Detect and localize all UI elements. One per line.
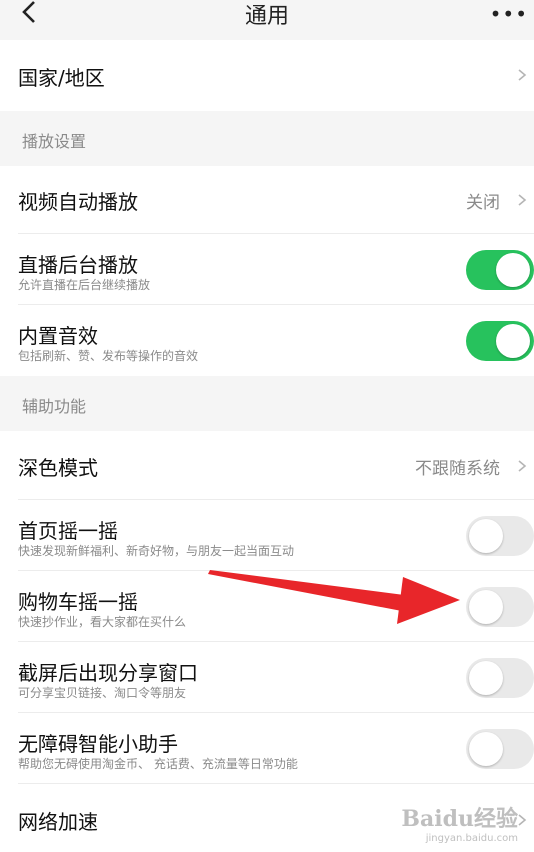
chevron-right-icon	[518, 460, 527, 472]
cart-shake-desc: 快速抄作业，看大家都在买什么	[18, 615, 187, 629]
row-live-background: 直播后台播放 允许直播在后台继续播放	[0, 234, 534, 305]
builtin-sound-toggle[interactable]	[466, 321, 534, 361]
row-cart-shake: 购物车摇一摇 快速抄作业，看大家都在买什么	[0, 571, 534, 642]
home-shake-label: 首页摇一摇	[18, 519, 118, 543]
live-background-desc: 允许直播在后台继续播放	[18, 278, 151, 292]
video-autoplay-value: 关闭	[466, 193, 500, 213]
toggle-knob	[469, 661, 503, 695]
section-playback: 播放设置	[0, 111, 534, 166]
network-acceleration-label: 网络加速	[18, 810, 98, 834]
chevron-right-icon	[518, 69, 527, 81]
dark-mode-label: 深色模式	[18, 456, 98, 480]
video-autoplay-label: 视频自动播放	[18, 190, 138, 214]
row-home-shake: 首页摇一摇 快速发现新鲜福利、新奇好物，与朋友一起当面互动	[0, 500, 534, 571]
live-background-label: 直播后台播放	[18, 253, 138, 277]
top-bar: 通用 •••	[0, 0, 534, 38]
cart-shake-label: 购物车摇一摇	[18, 590, 138, 614]
section-playback-title: 播放设置	[22, 132, 87, 151]
builtin-sound-label: 内置音效	[18, 324, 98, 348]
toggle-knob	[469, 519, 503, 553]
toggle-knob	[496, 324, 530, 358]
toggle-knob	[469, 732, 503, 766]
screenshot-share-label: 截屏后出现分享窗口	[18, 661, 198, 685]
page-title: 通用	[244, 4, 289, 29]
cart-shake-toggle[interactable]	[466, 587, 534, 627]
screenshot-share-toggle[interactable]	[466, 658, 534, 698]
row-accessibility: 无障碍智能小助手 帮助您无碍使用淘金币、 充话费、充流量等日常功能	[0, 713, 534, 784]
watermark-brand: Baidu经验	[401, 806, 518, 832]
accessibility-label: 无障碍智能小助手	[18, 732, 178, 756]
screenshot-share-desc: 可分享宝贝链接、淘口令等朋友	[18, 686, 187, 700]
home-shake-desc: 快速发现新鲜福利、新奇好物，与朋友一起当面互动	[18, 544, 295, 558]
builtin-sound-desc: 包括刷新、赞、发布等操作的音效	[18, 349, 199, 363]
country-label: 国家/地区	[18, 66, 105, 90]
accessibility-desc: 帮助您无碍使用淘金币、 充话费、充流量等日常功能	[18, 757, 298, 771]
row-dark-mode[interactable]: 深色模式 不跟随系统	[0, 431, 534, 500]
row-country[interactable]: 国家/地区	[0, 40, 534, 111]
accessibility-toggle[interactable]	[466, 729, 534, 769]
live-background-toggle[interactable]	[466, 250, 534, 290]
row-builtin-sound: 内置音效 包括刷新、赞、发布等操作的音效	[0, 305, 534, 376]
row-video-autoplay[interactable]: 视频自动播放 关闭	[0, 166, 534, 234]
toggle-knob	[469, 590, 503, 624]
row-screenshot-share: 截屏后出现分享窗口 可分享宝贝链接、淘口令等朋友	[0, 642, 534, 713]
chevron-right-icon	[518, 194, 527, 206]
watermark-url: jingyan.baidu.com	[425, 833, 518, 844]
dark-mode-value: 不跟随系统	[415, 459, 500, 479]
more-options-icon[interactable]: •••	[490, 2, 528, 26]
home-shake-toggle[interactable]	[466, 516, 534, 556]
section-assist-title: 辅助功能	[22, 397, 87, 416]
section-assist: 辅助功能	[0, 376, 534, 431]
toggle-knob	[496, 253, 530, 287]
baidu-watermark: Baidu经验 jingyan.baidu.com	[401, 801, 518, 844]
